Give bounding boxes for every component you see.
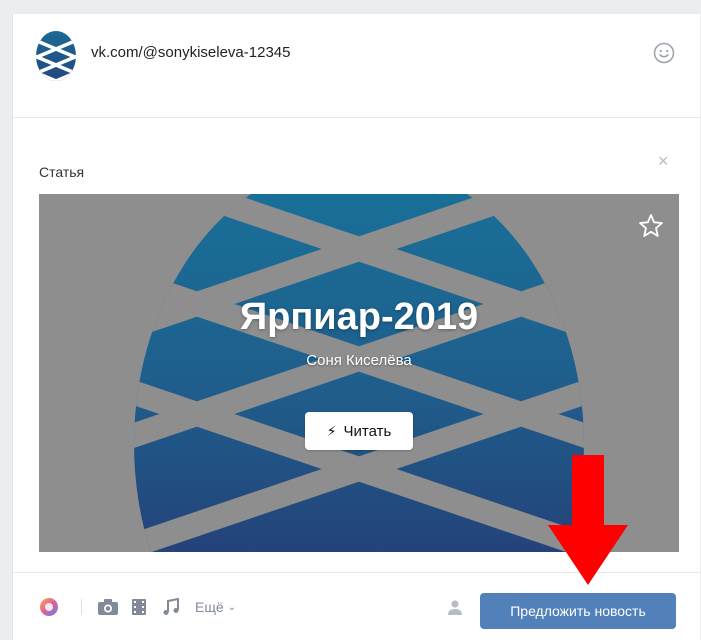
read-button-label: Читать [343,422,392,440]
star-icon[interactable] [637,212,665,240]
red-arrow-annotation [548,455,628,585]
article-title: Ярпиар-2019 [239,296,479,338]
music-icon[interactable] [161,597,181,617]
close-icon[interactable]: × [658,152,669,170]
video-icon[interactable] [131,597,147,617]
suggest-news-button[interactable]: Предложить новость [480,593,676,629]
pinecone-logo-icon [36,31,76,81]
chevron-down-icon: ⌄ [227,601,237,613]
article-author: Соня Киселёва [306,352,412,369]
more-label: Ещё [195,599,224,615]
more-dropdown[interactable]: Ещё ⌄ [195,599,236,615]
camera-icon[interactable] [97,597,119,617]
color-palette-icon[interactable] [39,597,59,617]
composer-row[interactable]: vk.com/@sonykiseleva-12345 [13,14,701,118]
lightning-bolt-icon: ⚡ [326,423,337,439]
read-button[interactable]: ⚡ Читать [305,412,413,450]
user-icon[interactable] [447,597,463,617]
smile-icon[interactable] [652,41,676,65]
attachment-title: Статья [39,164,85,180]
post-link-text[interactable]: vk.com/@sonykiseleva-12345 [91,44,290,61]
toolbar-divider [81,599,82,615]
